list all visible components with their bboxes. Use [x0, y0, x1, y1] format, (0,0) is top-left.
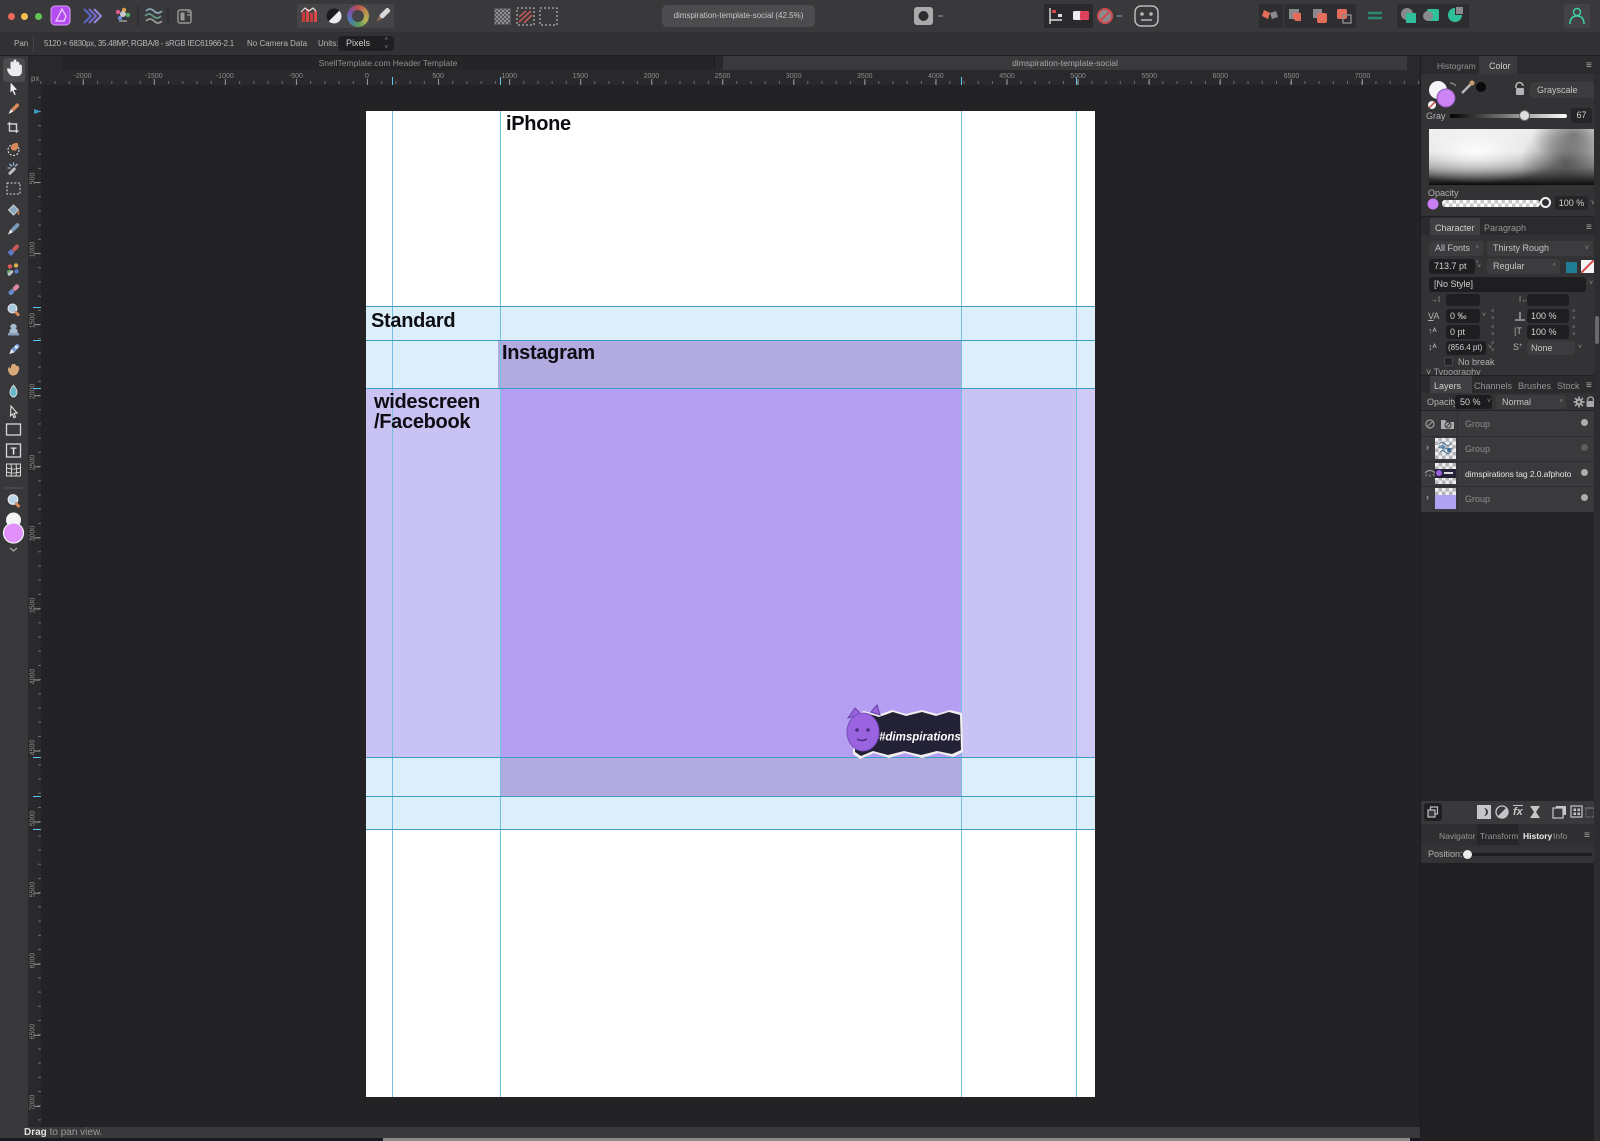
svg-text:#dimspirations: #dimspirations — [879, 732, 961, 744]
svg-text:T: T — [10, 447, 16, 458]
